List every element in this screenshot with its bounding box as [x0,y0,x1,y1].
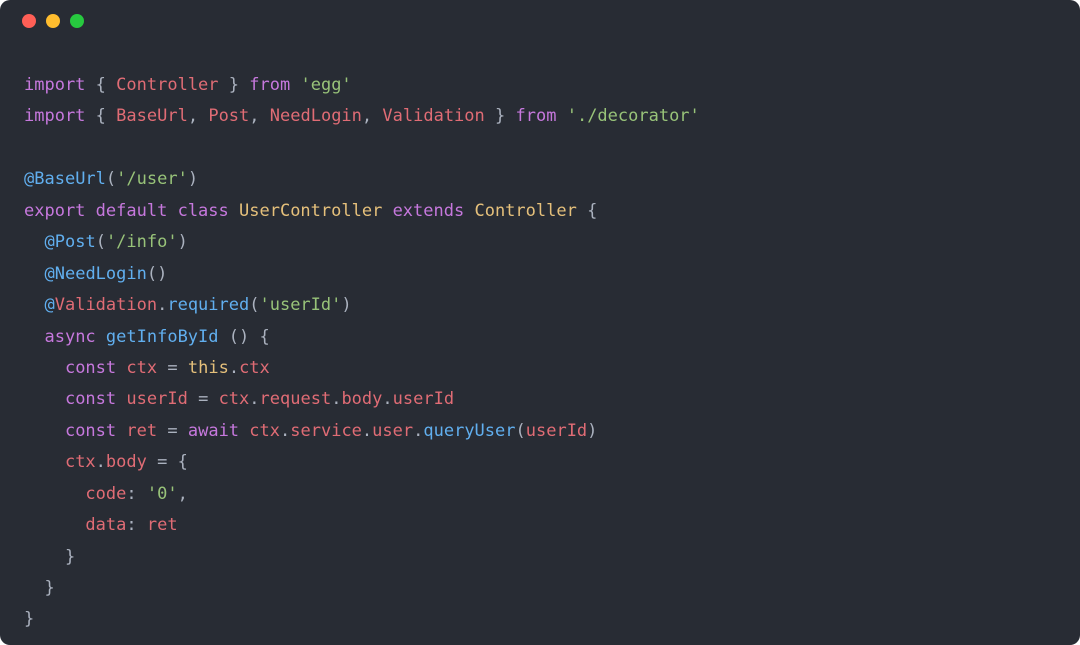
ident-controller: Controller [116,75,218,95]
keyword-import: import [24,75,85,95]
zoom-icon[interactable] [70,14,84,28]
decorator-post: Post [55,232,96,252]
code-line: code: '0', [24,484,188,504]
code-line: const ctx = this.ctx [24,358,270,378]
at-icon: @ [24,169,34,189]
window-titlebar [0,0,1080,42]
code-line: import { BaseUrl, Post, NeedLogin, Valid… [24,106,700,126]
code-line: data: ret [24,515,178,535]
code-line: @NeedLogin() [24,264,167,284]
close-icon[interactable] [22,14,36,28]
editor-window: import { Controller } from 'egg' import … [0,0,1080,645]
code-line: @Post('/info') [24,232,188,252]
code-line: } [24,578,55,598]
decorator-needlogin: NeedLogin [55,264,147,284]
code-line: @BaseUrl('/user') [24,169,198,189]
string-decorator: './decorator' [567,106,700,126]
string-egg: 'egg' [300,75,351,95]
decorator-baseurl: BaseUrl [34,169,106,189]
keyword-this: this [188,358,229,378]
code-line: @Validation.required('userId') [24,295,352,315]
code-line: } [24,547,75,567]
code-line: } [24,609,34,629]
minimize-icon[interactable] [46,14,60,28]
code-block: import { Controller } from 'egg' import … [24,70,1056,636]
code-line: export default class UserController exte… [24,201,597,221]
code-line: async getInfoById () { [24,327,270,347]
code-line: const ret = await ctx.service.user.query… [24,421,597,441]
decorator-validation: Validation [55,295,157,315]
classname-usercontroller: UserController [239,201,382,221]
code-line: const userId = ctx.request.body.userId [24,389,454,409]
code-line: import { Controller } from 'egg' [24,75,352,95]
method-getinfobyid: getInfoById [106,327,219,347]
code-line: ctx.body = { [24,452,188,472]
